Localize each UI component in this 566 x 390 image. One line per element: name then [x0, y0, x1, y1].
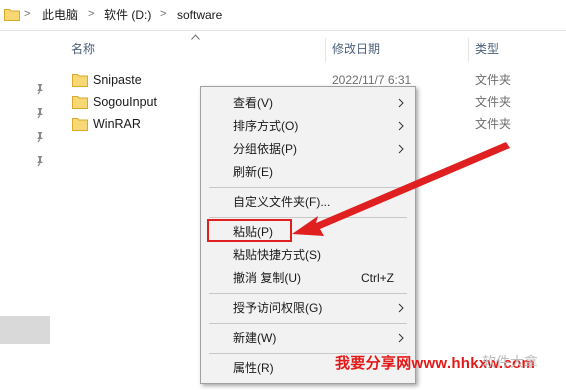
chevron-right-icon — [398, 303, 404, 313]
menu-separator — [209, 293, 407, 294]
column-header-name[interactable]: 名称 — [71, 42, 95, 56]
menu-item-label: 授予访问权限(G) — [233, 301, 323, 315]
menu-item-label: 分组依据(P) — [233, 142, 297, 156]
watermark-faint-text: 软件大拿 — [482, 354, 538, 370]
file-type: 文件夹 — [475, 117, 512, 131]
nav-selected-item[interactable] — [0, 316, 50, 344]
chevron-right-icon — [398, 333, 404, 343]
menu-item-new[interactable]: 新建(W) — [201, 327, 415, 349]
menu-item-label: 撤消 复制(U) — [233, 271, 301, 285]
file-name: WinRAR — [93, 117, 141, 131]
breadcrumb-software[interactable]: software — [177, 8, 222, 22]
chevron-right-icon — [398, 98, 404, 108]
breadcrumb-separator: > — [160, 8, 167, 20]
breadcrumb-this-pc[interactable]: 此电脑 — [42, 8, 78, 22]
folder-icon — [72, 74, 88, 87]
menu-item-shortcut: Ctrl+Z — [361, 271, 394, 285]
folder-icon — [4, 9, 20, 21]
menu-item-label: 刷新(E) — [233, 165, 273, 179]
folder-icon — [72, 118, 88, 131]
menu-item-label: 粘贴快捷方式(S) — [233, 248, 321, 262]
pin-icon[interactable] — [35, 155, 45, 167]
menu-item-give-access[interactable]: 授予访问权限(G) — [201, 297, 415, 319]
menu-item-paste-shortcut[interactable]: 粘贴快捷方式(S) — [201, 244, 415, 266]
pin-icon[interactable] — [35, 107, 45, 119]
sort-up-icon — [191, 34, 200, 40]
breadcrumb-separator: > — [88, 8, 95, 20]
menu-item-label: 排序方式(O) — [233, 119, 299, 133]
breadcrumb-drive-d[interactable]: 软件 (D:) — [104, 8, 151, 22]
menu-item-undo-copy[interactable]: 撤消 复制(U) Ctrl+Z — [201, 267, 415, 289]
pin-icon[interactable] — [35, 131, 45, 143]
pin-icon[interactable] — [35, 83, 45, 95]
column-header-type[interactable]: 类型 — [475, 42, 499, 56]
menu-separator — [209, 353, 407, 354]
folder-icon — [72, 96, 88, 109]
file-type: 文件夹 — [475, 95, 512, 109]
menu-separator — [209, 323, 407, 324]
file-name: Snipaste — [93, 73, 142, 87]
file-name: SogouInput — [93, 95, 157, 109]
column-header-date[interactable]: 修改日期 — [332, 42, 380, 56]
file-date: 2022/11/7 6:31 — [332, 73, 412, 87]
address-bar[interactable]: > 此电脑 > 软件 (D:) > software — [0, 0, 566, 31]
annotation-arrow-icon — [292, 142, 510, 236]
menu-item-view[interactable]: 查看(V) — [201, 92, 415, 114]
file-type: 文件夹 — [475, 73, 512, 87]
menu-item-label: 属性(R) — [233, 361, 274, 375]
column-divider[interactable] — [325, 38, 326, 62]
breadcrumb-separator: > — [24, 8, 31, 20]
highlight-box — [207, 219, 292, 242]
navigation-pane[interactable] — [0, 31, 50, 390]
menu-item-label: 查看(V) — [233, 96, 273, 110]
column-divider[interactable] — [468, 38, 469, 62]
menu-item-label: 新建(W) — [233, 331, 277, 345]
